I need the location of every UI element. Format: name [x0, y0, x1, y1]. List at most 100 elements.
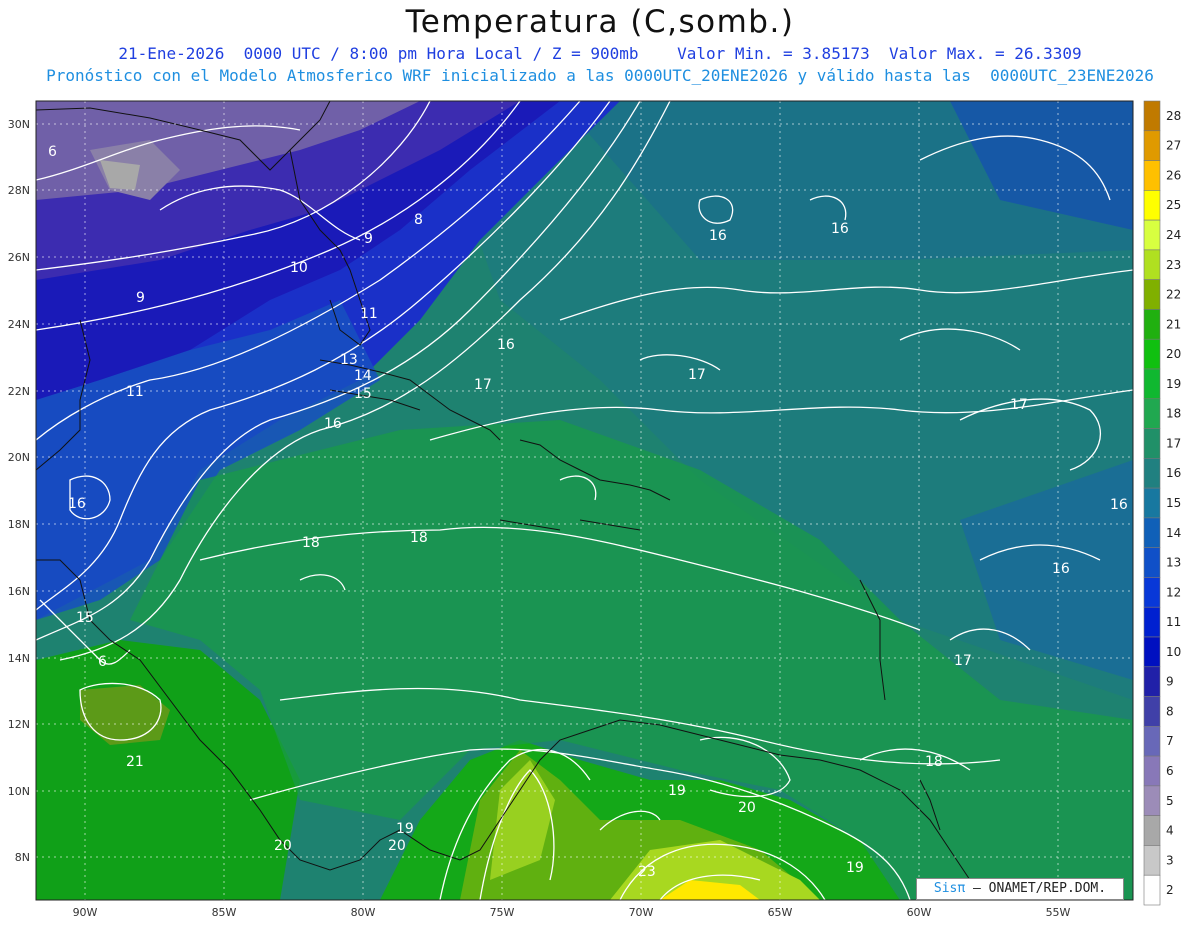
contour-label: 16: [68, 496, 86, 512]
contour-label: 18: [410, 530, 428, 546]
longitude-labels: 90W 85W 80W 75W 70W 65W 60W 55W: [73, 906, 1071, 919]
colorbar-swatch: [1143, 577, 1161, 608]
contour-label: 20: [274, 838, 292, 854]
colorbar-swatch: [1143, 160, 1161, 191]
colorbar-label: 13: [1166, 556, 1181, 570]
colorbar-swatch: [1143, 517, 1161, 548]
contour-label: 9: [136, 290, 145, 306]
colorbar-swatch: [1143, 249, 1161, 280]
colorbar-label: 28: [1166, 109, 1181, 123]
colorbar-swatch: [1143, 726, 1161, 757]
colorbar-swatch: [1143, 874, 1161, 906]
colorbar: 2827262524232221201918171615141312111098…: [1143, 100, 1181, 906]
lat-label: 8N: [15, 851, 30, 864]
contour-label: 15: [354, 386, 372, 402]
contour-label: 23: [638, 864, 656, 880]
lon-label: 55W: [1046, 906, 1071, 919]
colorbar-label: 21: [1166, 317, 1181, 331]
lat-label: 16N: [8, 585, 30, 598]
colorbar-label: 9: [1166, 675, 1174, 689]
colorbar-swatch: [1143, 636, 1161, 668]
contour-label: 20: [388, 838, 406, 854]
colorbar-label: 2: [1166, 883, 1174, 897]
contour-label: 18: [925, 754, 943, 770]
colorbar-label: 26: [1166, 168, 1181, 182]
lon-label: 70W: [629, 906, 654, 919]
map-field: [36, 101, 1133, 900]
lat-label: 26N: [8, 251, 30, 264]
colorbar-label: 17: [1166, 436, 1181, 450]
colorbar-swatch: [1143, 845, 1161, 876]
lat-label: 22N: [8, 385, 30, 398]
contour-label: 16: [1110, 497, 1128, 513]
colorbar-label: 6: [1166, 764, 1174, 778]
colorbar-label: 16: [1166, 466, 1181, 480]
lon-label: 80W: [351, 906, 376, 919]
colorbar-label: 14: [1166, 526, 1181, 540]
contour-label: 19: [846, 860, 864, 876]
lat-label: 24N: [8, 318, 30, 331]
contour-label: 9: [364, 231, 373, 247]
contour-label: 17: [474, 377, 492, 393]
contour-label: 16: [831, 221, 849, 237]
colorbar-swatch: [1143, 815, 1161, 846]
lon-label: 90W: [73, 906, 98, 919]
colorbar-swatch: [1143, 130, 1161, 161]
lon-label: 65W: [768, 906, 793, 919]
contour-label: 19: [396, 821, 414, 837]
colorbar-swatch: [1143, 666, 1161, 697]
lon-label: 75W: [490, 906, 515, 919]
colorbar-label: 23: [1166, 258, 1181, 272]
colorbar-swatch: [1143, 100, 1161, 132]
colorbar-swatch: [1143, 190, 1161, 221]
contour-label: 16: [1052, 561, 1070, 577]
colorbar-swatch: [1143, 398, 1161, 429]
colorbar-label: 27: [1166, 139, 1181, 153]
colorbar-label: 20: [1166, 347, 1181, 361]
colorbar-label: 4: [1166, 824, 1174, 838]
colorbar-label: 24: [1166, 228, 1181, 242]
colorbar-label: 12: [1166, 585, 1181, 599]
colorbar-label: 10: [1166, 645, 1181, 659]
contour-label: 14: [354, 368, 372, 384]
colorbar-label: 5: [1166, 794, 1174, 808]
lat-label: 18N: [8, 518, 30, 531]
colorbar-swatch: [1143, 458, 1161, 489]
colorbar-swatch: [1143, 606, 1161, 638]
colorbar-label: 19: [1166, 377, 1181, 391]
colorbar-swatch: [1143, 309, 1161, 340]
colorbar-swatch: [1143, 696, 1161, 727]
lon-label: 85W: [212, 906, 237, 919]
colorbar-swatch: [1143, 368, 1161, 400]
contour-label: 17: [1010, 397, 1028, 413]
contour-label: 13: [340, 352, 358, 368]
colorbar-swatch: [1143, 755, 1161, 787]
contour-label: 18: [302, 535, 320, 551]
contour-label: 11: [126, 384, 144, 400]
colorbar-label: 8: [1166, 704, 1174, 718]
contour-label: 20: [738, 800, 756, 816]
contour-label: 15: [76, 610, 94, 626]
contour-label: 17: [688, 367, 706, 383]
colorbar-label: 3: [1166, 853, 1174, 867]
brand-logo: Sisπ: [933, 881, 966, 896]
lon-label: 60W: [907, 906, 932, 919]
colorbar-label: 11: [1166, 615, 1181, 629]
lat-label: 10N: [8, 785, 30, 798]
colorbar-label: 18: [1166, 407, 1181, 421]
contour-label: 10: [290, 260, 308, 276]
credit-box: Sisπ – ONAMET/REP.DOM.: [916, 878, 1124, 900]
contour-label: 11: [360, 306, 378, 322]
contour-label: 6: [98, 654, 107, 670]
lat-label: 12N: [8, 718, 30, 731]
contour-label: 8: [414, 212, 423, 228]
credit-text: – ONAMET/REP.DOM.: [965, 881, 1107, 896]
contour-label: 6: [48, 144, 57, 160]
colorbar-label: 25: [1166, 198, 1181, 212]
colorbar-swatch: [1143, 338, 1161, 370]
contour-label: 19: [668, 783, 686, 799]
lat-label: 14N: [8, 652, 30, 665]
colorbar-swatch: [1143, 279, 1161, 310]
contour-label: 21: [126, 754, 144, 770]
contour-label: 16: [324, 416, 342, 432]
